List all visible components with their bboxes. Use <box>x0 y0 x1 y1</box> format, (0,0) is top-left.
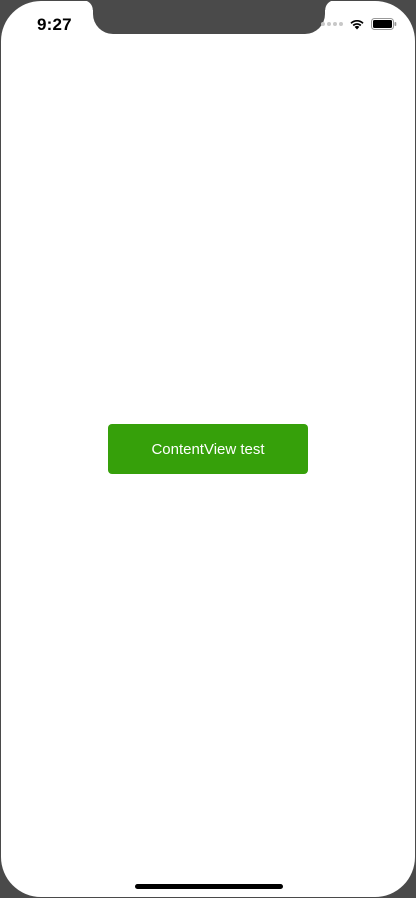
battery-icon <box>371 18 397 30</box>
status-time: 9:27 <box>37 15 72 34</box>
home-indicator[interactable] <box>135 884 283 889</box>
device-frame: 9:27 ContentView test <box>0 0 416 898</box>
screen: 9:27 ContentView test <box>1 1 415 897</box>
contentview-test-button[interactable]: ContentView test <box>108 424 308 474</box>
wifi-icon <box>349 18 365 30</box>
notch <box>83 1 335 34</box>
status-icons <box>321 18 397 30</box>
cellular-signal-icon <box>321 19 343 29</box>
